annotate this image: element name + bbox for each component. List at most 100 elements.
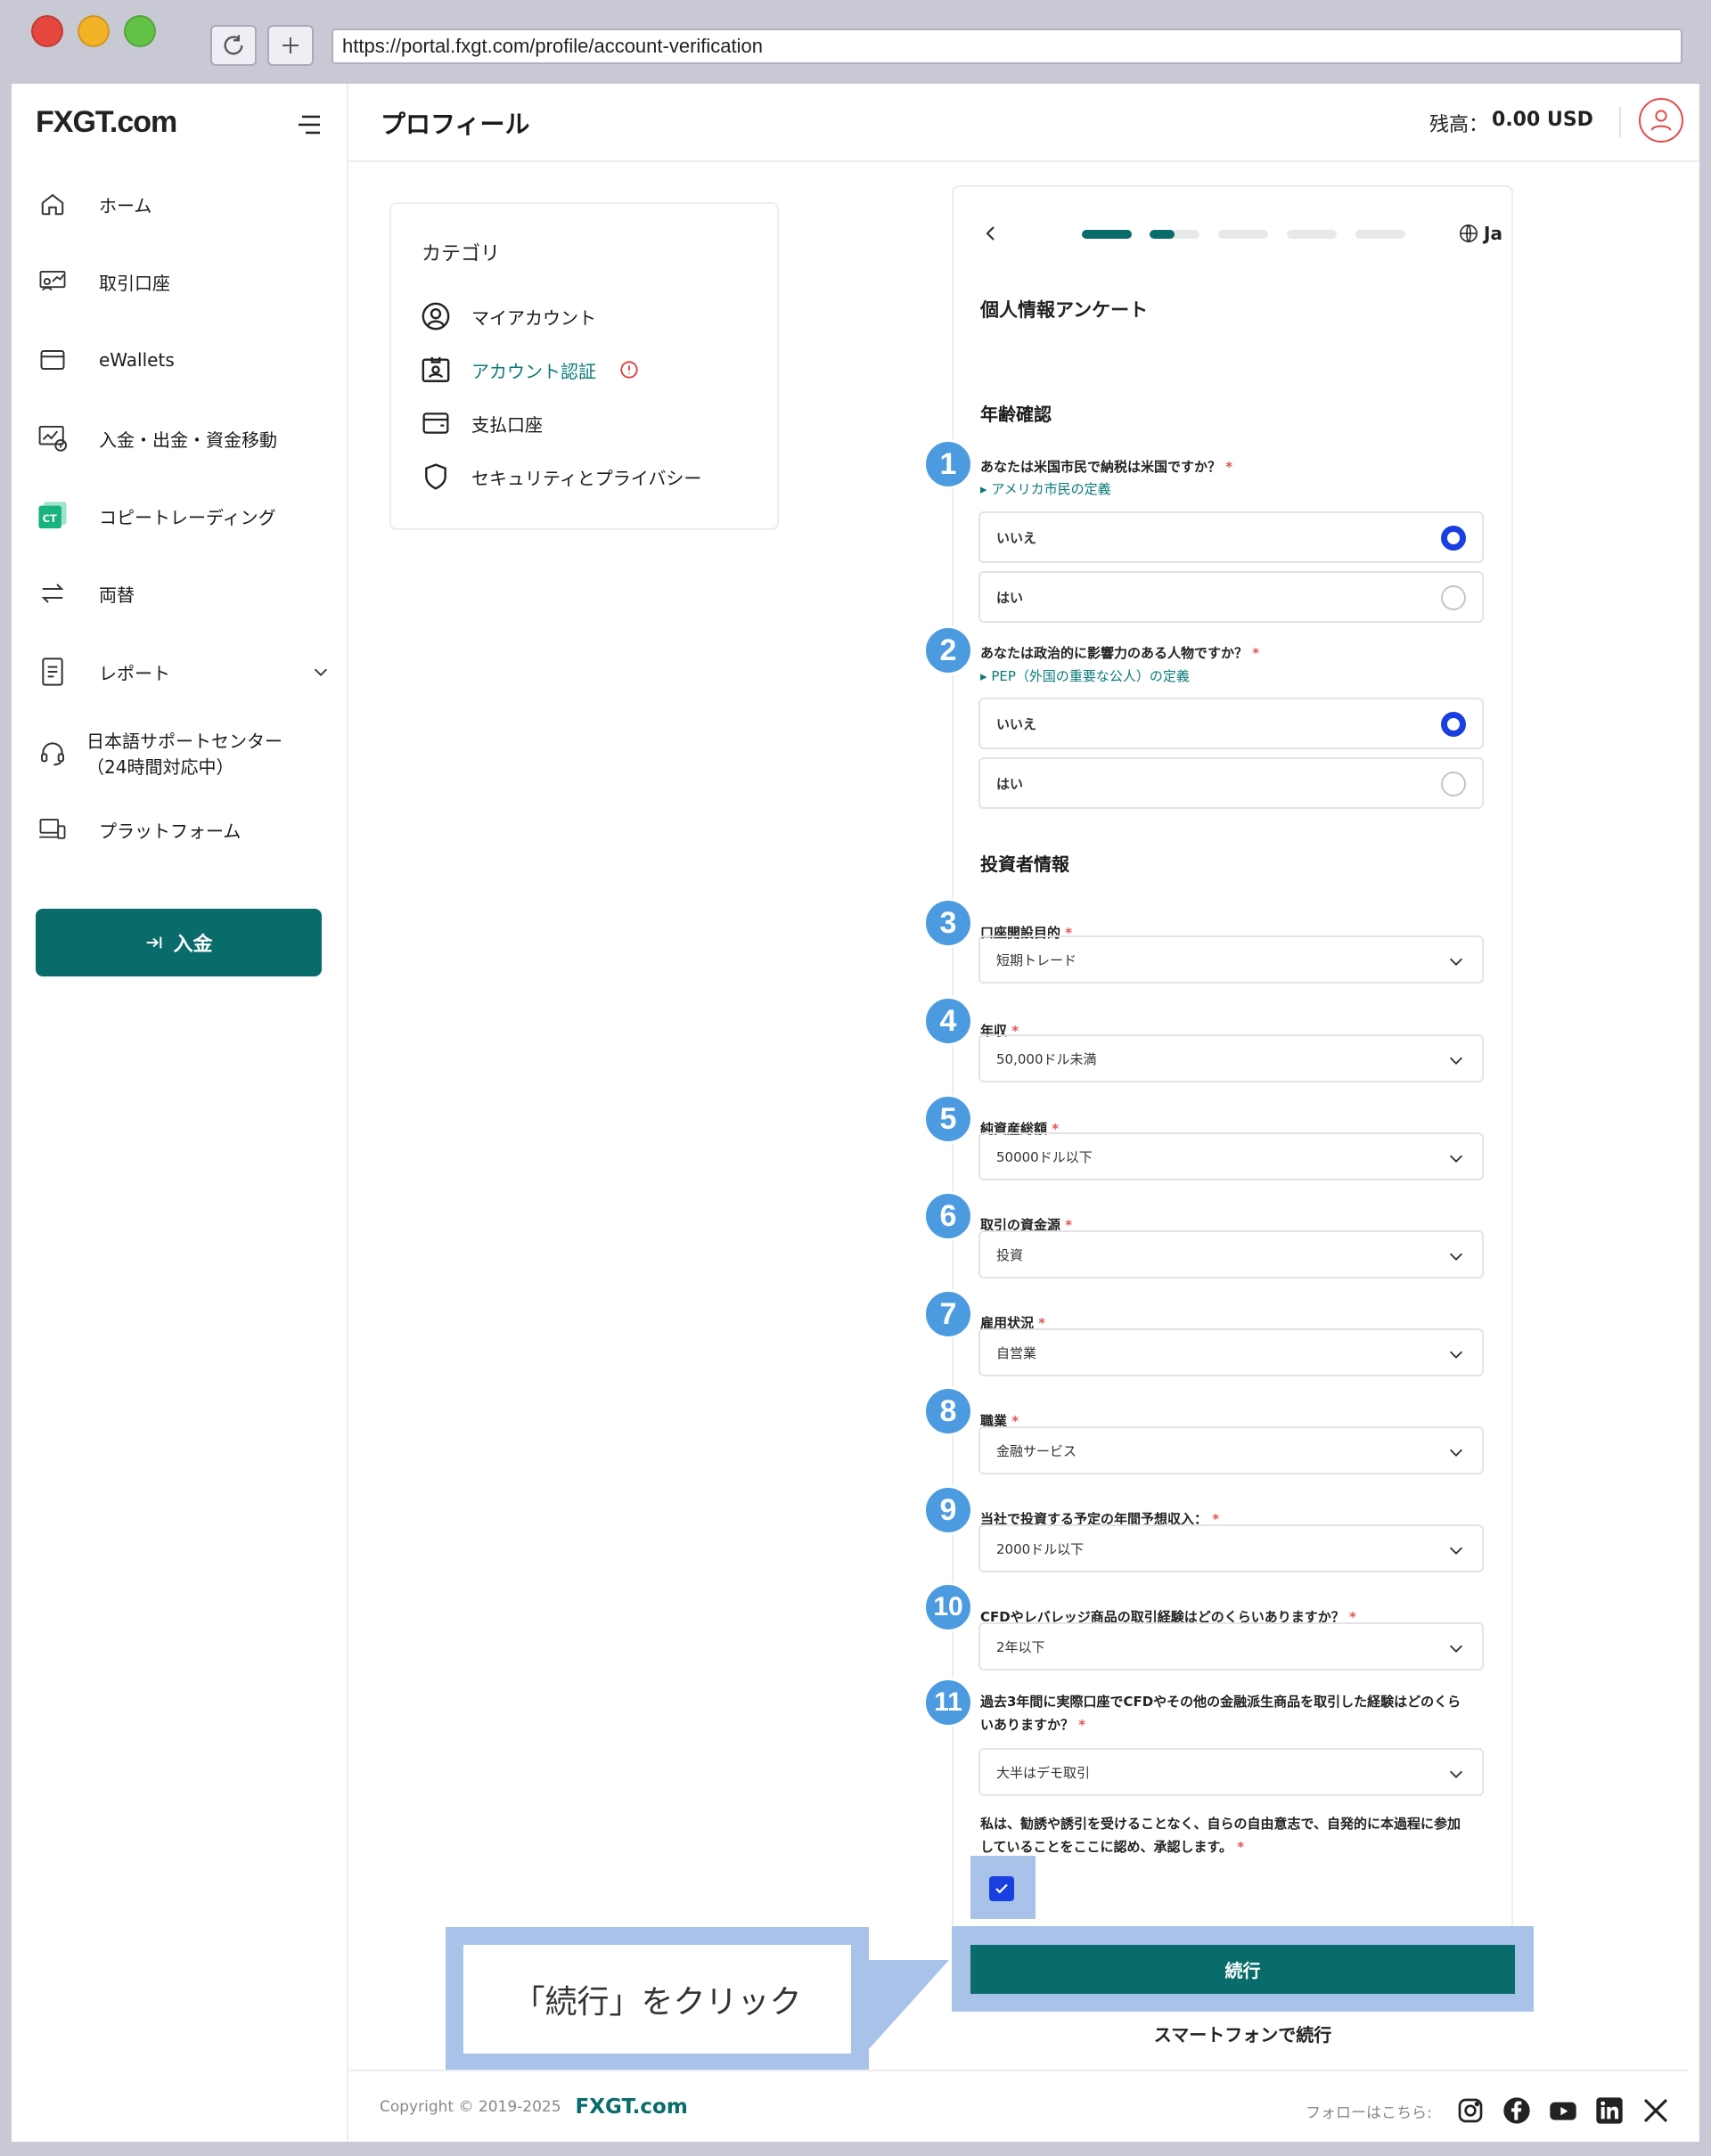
select-dropdown[interactable]: 大半はデモ取引 xyxy=(978,1748,1484,1796)
select-value: 自営業 xyxy=(996,1344,1037,1361)
linkedin-icon[interactable] xyxy=(1595,2096,1624,2125)
radio-button[interactable] xyxy=(1441,772,1466,796)
select-dropdown[interactable]: 50,000ドル未満 xyxy=(978,1034,1484,1082)
required-mark: * xyxy=(1237,1839,1245,1855)
select-value: 投資 xyxy=(996,1246,1024,1263)
hamburger-icon xyxy=(299,115,320,135)
definition-link-label: PEP（外国の重要な公人）の定義 xyxy=(991,668,1190,684)
select-dropdown[interactable]: 2000ドル以下 xyxy=(978,1524,1484,1572)
select-value: 50,000ドル未満 xyxy=(996,1050,1097,1067)
section-heading-age: 年齢確認 xyxy=(980,404,1052,425)
wallet-icon xyxy=(37,344,69,376)
select-dropdown[interactable]: 2年以下 xyxy=(978,1622,1484,1670)
sidebar-item-label: eWallets xyxy=(99,349,175,371)
sidebar-item-reports[interactable]: レポート xyxy=(37,656,331,688)
balance-label: 残高： xyxy=(1429,114,1489,136)
address-bar[interactable]: https://portal.fxgt.com/profile/account-… xyxy=(332,29,1682,64)
select-dropdown[interactable]: 自営業 xyxy=(978,1328,1484,1376)
chevron-down-icon xyxy=(1449,958,1463,966)
chevron-down-icon xyxy=(1449,1155,1463,1163)
step-badge: 7 xyxy=(923,1289,973,1339)
exchange-icon xyxy=(37,577,69,609)
select-value: 2年以下 xyxy=(996,1638,1045,1655)
radio-button[interactable] xyxy=(1441,526,1466,551)
check-icon xyxy=(995,1883,1008,1894)
radio-button[interactable] xyxy=(1441,585,1466,610)
radio-button[interactable] xyxy=(1441,712,1466,737)
category-item-payment-accounts[interactable]: 支払口座 xyxy=(420,407,543,439)
chevron-down-icon xyxy=(311,662,331,682)
sidebar-item-funds[interactable]: 入金・出金・資金移動 xyxy=(37,422,277,454)
chevron-down-icon xyxy=(1449,1449,1463,1457)
step-badge: 5 xyxy=(923,1094,973,1144)
wallet-icon xyxy=(420,407,452,439)
category-card: カテゴリ マイアカウント アカウント認証 支払口座 セキュリティとプライバシー xyxy=(389,202,779,530)
profile-avatar-button[interactable] xyxy=(1639,98,1683,143)
question-label: いありますか？ xyxy=(980,1717,1075,1733)
continue-on-smartphone-link[interactable]: スマートフォンで続行 xyxy=(952,2021,1534,2046)
sidebar-item-trading-accounts[interactable]: 取引口座 xyxy=(37,265,170,298)
reload-button[interactable] xyxy=(210,25,257,66)
continue-button[interactable]: 続行 xyxy=(970,1945,1515,1994)
radio-option[interactable]: はい xyxy=(978,757,1484,809)
follow-label: フォローはこちら: xyxy=(1306,2104,1432,2122)
top-bar: プロフィール 残高： 0.00 USD xyxy=(348,84,1699,162)
select-dropdown[interactable]: 金融サービス xyxy=(978,1426,1484,1474)
radio-option[interactable]: いいえ xyxy=(978,511,1484,563)
minimize-window-button[interactable] xyxy=(78,15,110,47)
logo[interactable]: FXGT.com xyxy=(36,105,177,140)
shield-icon xyxy=(420,461,452,493)
menu-toggle-button[interactable] xyxy=(295,110,323,139)
maximize-window-button[interactable] xyxy=(124,15,156,47)
report-icon xyxy=(37,656,69,688)
chevron-down-icon xyxy=(1449,1057,1463,1065)
youtube-icon[interactable] xyxy=(1549,2096,1577,2125)
category-item-security[interactable]: セキュリティとプライバシー xyxy=(420,461,701,493)
footer-brand[interactable]: FXGT.com xyxy=(576,2095,688,2119)
definition-link[interactable]: ▸ PEP（外国の重要な公人）の定義 xyxy=(980,666,1190,685)
sidebar-item-ewallets[interactable]: eWallets xyxy=(37,344,175,376)
sidebar-item-exchange[interactable]: 両替 xyxy=(37,577,135,609)
select-value: 短期トレード xyxy=(996,951,1077,968)
step-badge: 6 xyxy=(923,1191,973,1241)
required-mark: * xyxy=(1078,1717,1086,1733)
category-title: カテゴリ xyxy=(422,243,501,265)
category-item-label: アカウント認証 xyxy=(471,360,596,382)
step-badge: 8 xyxy=(923,1386,973,1436)
sidebar-item-home[interactable]: ホーム xyxy=(37,188,151,220)
radio-option-label: いいえ xyxy=(996,529,1037,546)
definition-link[interactable]: ▸ アメリカ市民の定義 xyxy=(980,479,1111,498)
sidebar-item-support[interactable]: 日本語サポートセンター （24時間対応中） xyxy=(37,727,282,779)
select-dropdown[interactable]: 短期トレード xyxy=(978,935,1484,984)
new-tab-button[interactable] xyxy=(267,25,314,66)
sidebar-item-label: プラットフォーム xyxy=(99,820,242,842)
sidebar-item-copy-trading[interactable]: CT コピートレーディング xyxy=(37,500,276,532)
x-icon[interactable] xyxy=(1641,2096,1670,2125)
definition-link-label: アメリカ市民の定義 xyxy=(991,481,1111,497)
select-value: 50000ドル以下 xyxy=(996,1148,1093,1165)
deposit-button[interactable]: 入金 xyxy=(36,909,322,976)
category-item-label: マイアカウント xyxy=(471,306,596,329)
radio-option[interactable]: いいえ xyxy=(978,698,1484,749)
form-title: 個人情報アンケート xyxy=(980,299,1149,321)
facebook-icon[interactable] xyxy=(1502,2096,1531,2125)
category-item-my-account[interactable]: マイアカウント xyxy=(420,300,596,332)
consent-checkbox[interactable] xyxy=(989,1876,1014,1901)
login-arrow-icon xyxy=(147,936,162,949)
sidebar-item-label: レポート xyxy=(99,662,170,684)
select-dropdown[interactable]: 50000ドル以下 xyxy=(978,1132,1484,1180)
radio-option-label: いいえ xyxy=(996,715,1037,732)
instagram-icon[interactable] xyxy=(1456,2096,1485,2125)
callout-text: 「続行」をクリック xyxy=(463,1945,851,2054)
page-title: プロフィール xyxy=(381,110,530,139)
sidebar: FXGT.com ホーム 取引口座 eWallets 入金・出金・資金移動 CT… xyxy=(12,84,348,2142)
category-item-account-verification[interactable]: アカウント認証 xyxy=(420,354,639,386)
chevron-down-icon xyxy=(1449,1645,1463,1653)
select-dropdown[interactable]: 投資 xyxy=(978,1230,1484,1278)
radio-option[interactable]: はい xyxy=(978,571,1484,623)
id-card-icon xyxy=(420,354,452,386)
sidebar-item-platforms[interactable]: プラットフォーム xyxy=(37,813,241,845)
reload-icon xyxy=(224,35,243,55)
step-badge: 10 xyxy=(923,1582,973,1632)
close-window-button[interactable] xyxy=(31,15,63,47)
